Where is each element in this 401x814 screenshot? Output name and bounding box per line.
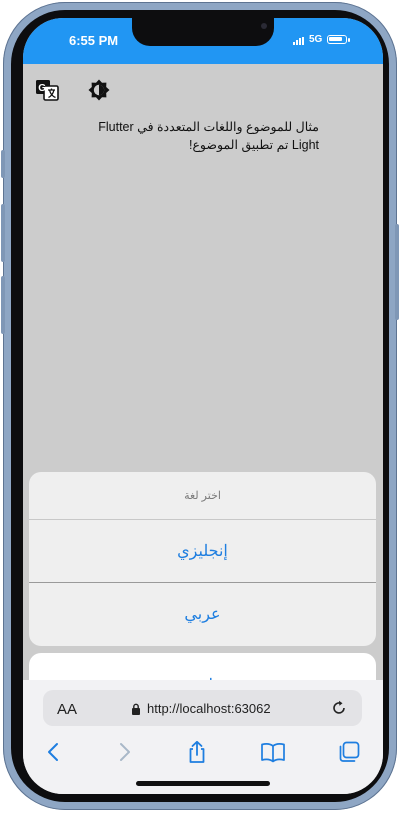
arabic-option[interactable]: عربي	[29, 583, 376, 645]
battery-icon	[327, 35, 350, 44]
reload-icon[interactable]	[331, 700, 347, 716]
mute-switch	[1, 150, 5, 178]
english-option[interactable]: إنجليزي	[29, 520, 376, 583]
message-line-2: Light تم تطبيق الموضوع!	[189, 138, 319, 152]
book-icon[interactable]	[260, 740, 286, 764]
notch	[132, 18, 274, 46]
theme-message: مثال للموضوع واللغات المتعددة في Flutter…	[63, 118, 319, 154]
language-action-sheet: اختر لغة إنجليزي عربي	[29, 472, 376, 646]
browser-toolbar: AA http://localhost:63062	[23, 680, 383, 794]
sheet-title: اختر لغة	[29, 472, 376, 520]
home-indicator	[136, 781, 270, 786]
chevron-left-icon[interactable]	[41, 740, 67, 764]
volume-up-button	[1, 204, 5, 262]
address-bar[interactable]: AA http://localhost:63062	[43, 690, 362, 726]
status-time: 6:55 PM	[69, 33, 119, 48]
camera-icon	[261, 23, 267, 29]
svg-text:G: G	[38, 83, 46, 94]
text-size-button[interactable]: AA	[57, 701, 77, 718]
status-bar: 6:55 PM 5G	[23, 18, 383, 64]
power-button	[395, 224, 399, 320]
theme-toggle-button[interactable]	[87, 78, 111, 102]
brightness-icon	[88, 79, 110, 101]
url-text[interactable]: http://localhost:63062	[147, 701, 271, 716]
g-translate-icon: G	[36, 80, 59, 101]
chevron-right-icon[interactable]	[111, 740, 137, 764]
volume-down-button	[1, 276, 5, 334]
message-line-1: مثال للموضوع واللغات المتعددة في Flutter	[98, 120, 319, 134]
translate-button[interactable]: G	[35, 78, 59, 102]
share-icon[interactable]	[184, 740, 210, 764]
tabs-icon[interactable]	[336, 740, 362, 764]
signal-icon	[293, 37, 304, 45]
lock-icon	[132, 703, 140, 715]
network-type: 5G	[309, 34, 323, 45]
phone-screen: 6:55 PM 5G G مثال للموضوع واللغات المتعد…	[23, 18, 383, 794]
app-body: G مثال للموضوع واللغات المتعددة في Flutt…	[23, 64, 383, 716]
battery-level	[329, 37, 342, 41]
